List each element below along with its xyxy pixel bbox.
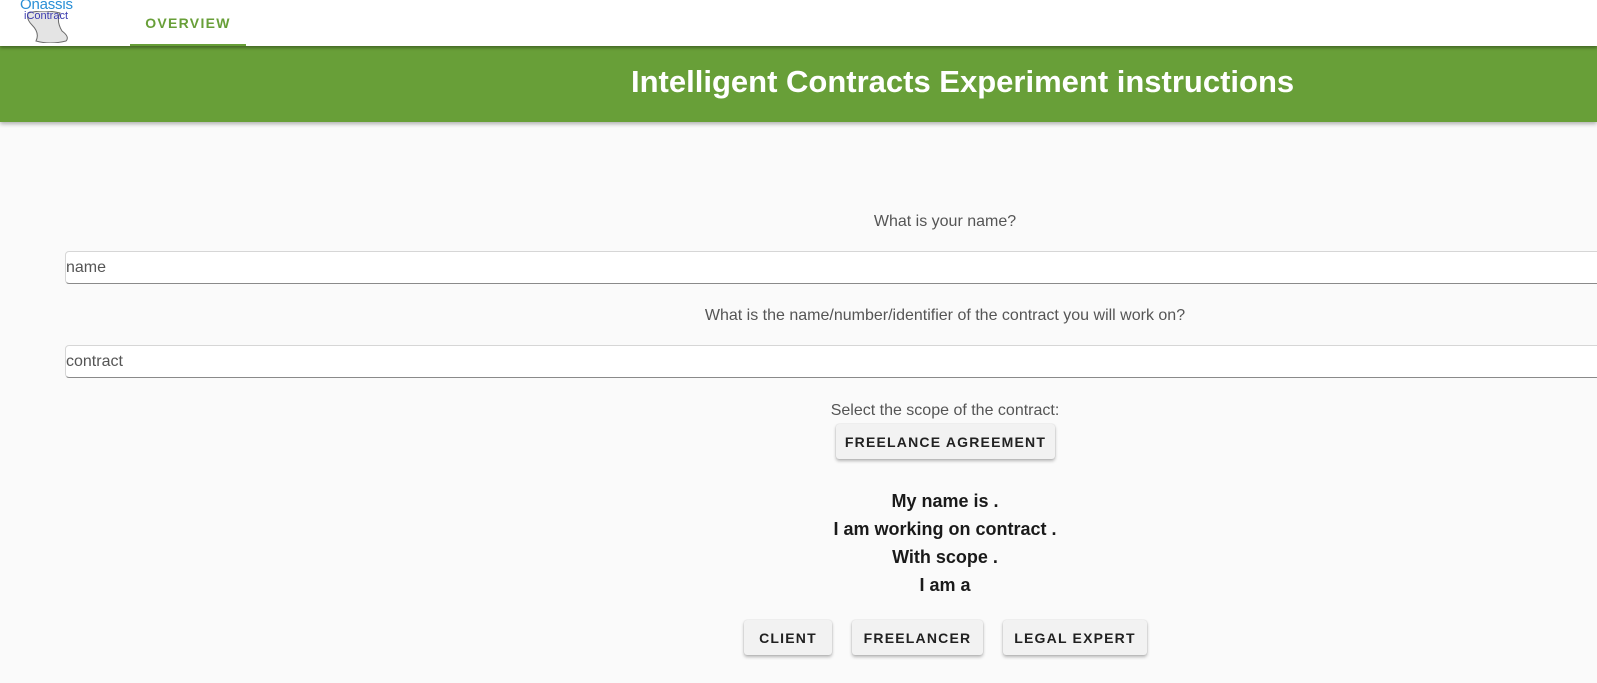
page-header: Intelligent Contracts Experiment instruc… (0, 46, 1597, 122)
client-button[interactable]: CLIENT (744, 620, 832, 655)
logo-line-2: iContract (24, 10, 69, 22)
tab-active-indicator (130, 44, 246, 46)
summary-scope-line: With scope . (892, 547, 998, 567)
scope-question-label: Select the scope of the contract: (830, 402, 1060, 419)
freelancer-button[interactable]: FREELANCER (852, 620, 983, 655)
page-title: Intelligent Contracts Experiment instruc… (631, 64, 1295, 99)
top-nav-bar: Onassis iContract OVERVIEW (0, 0, 1597, 46)
summary-name-line: My name is . (891, 491, 999, 511)
selection-summary: My name is . I am working on contract . … (0, 487, 1597, 599)
tab-overview[interactable]: OVERVIEW (130, 0, 246, 46)
summary-role-line: I am a (919, 575, 971, 595)
name-question-label: What is your name? (873, 213, 1017, 230)
legal-expert-button[interactable]: LEGAL EXPERT (1003, 620, 1147, 655)
summary-contract-line: I am working on contract . (833, 519, 1057, 539)
name-input[interactable] (65, 251, 1597, 284)
contract-input[interactable] (65, 345, 1597, 378)
freelance-agreement-button[interactable]: FREELANCE AGREEMENT (836, 424, 1055, 459)
contract-question-label: What is the name/number/identifier of th… (704, 307, 1186, 324)
tab-overview-label: OVERVIEW (145, 15, 231, 31)
app-logo-icon[interactable]: Onassis iContract (18, 0, 80, 45)
